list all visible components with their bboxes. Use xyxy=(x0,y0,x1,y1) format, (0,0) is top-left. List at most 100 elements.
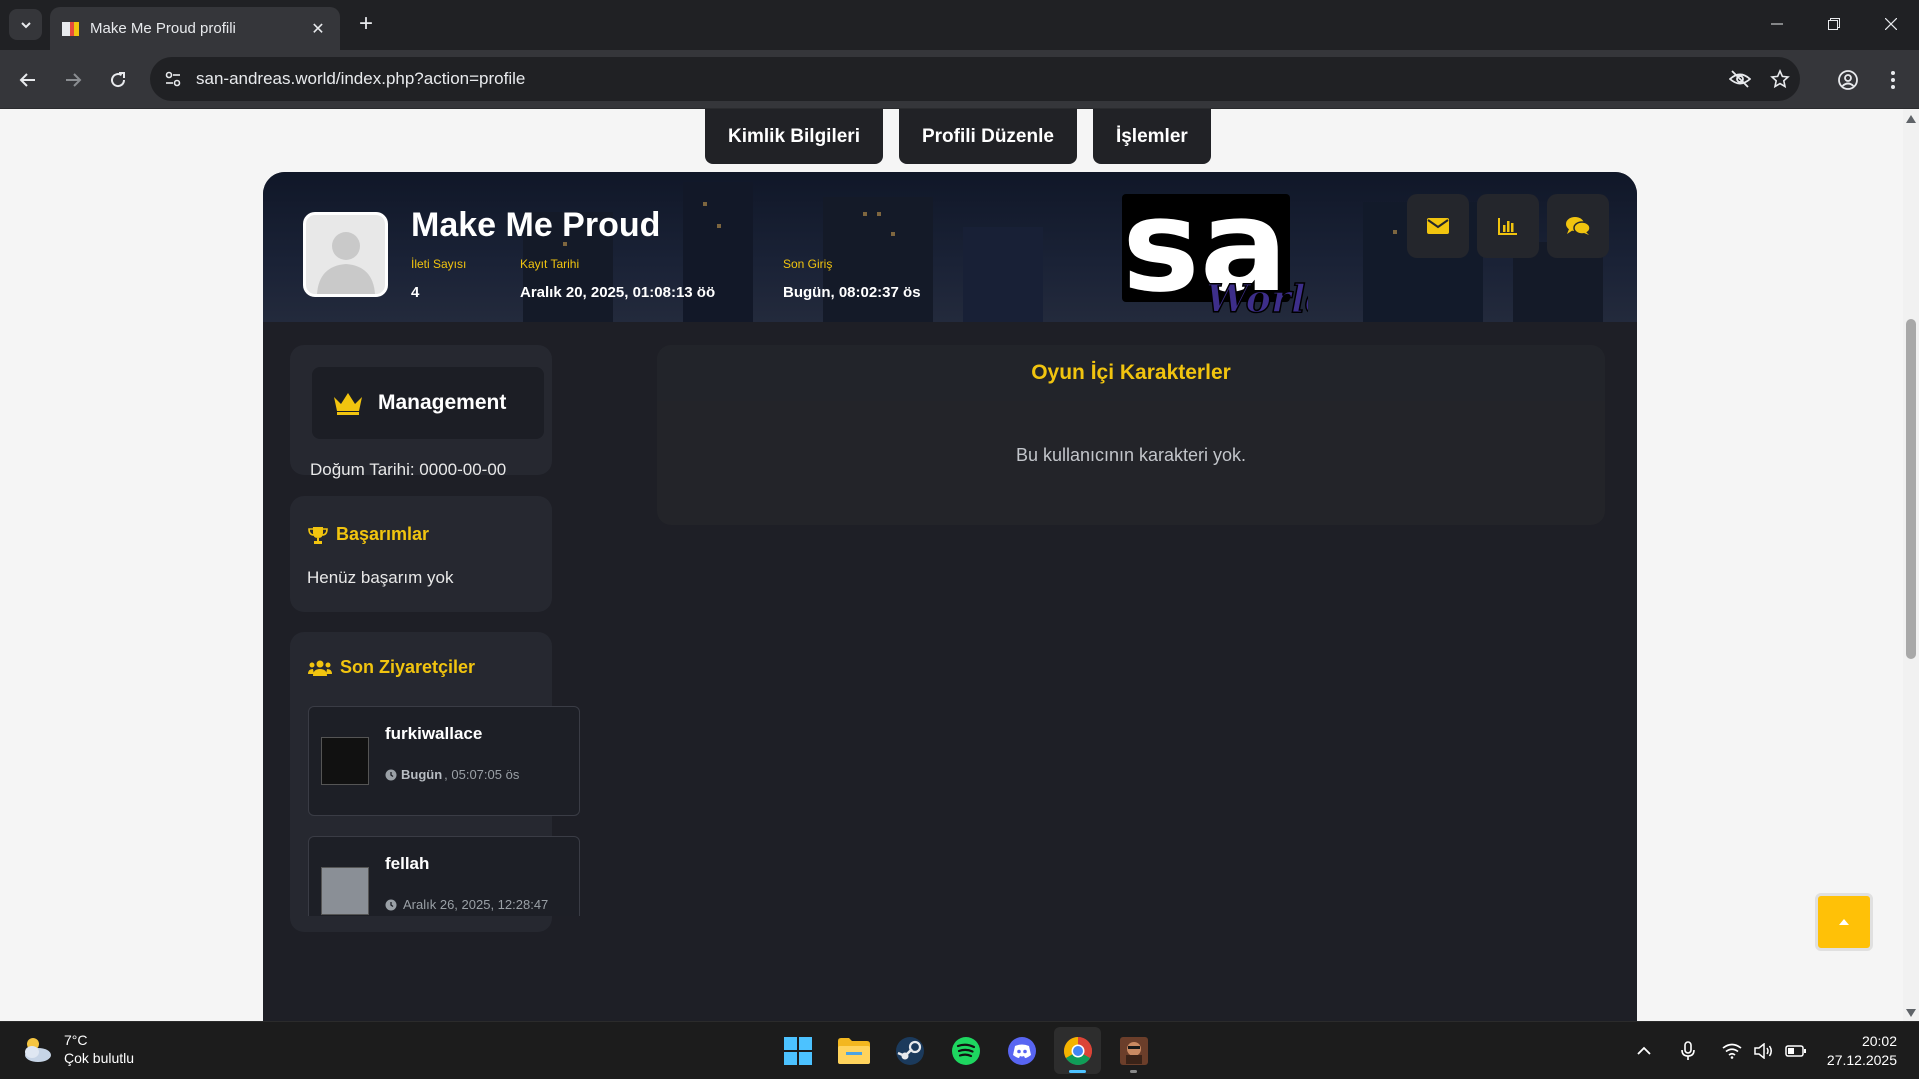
bookmark-button[interactable] xyxy=(1760,59,1800,99)
identity-info-button[interactable]: Kimlik Bilgileri xyxy=(705,109,883,164)
tab-close-icon[interactable]: ✕ xyxy=(308,19,328,39)
characters-panel: Oyun İçi Karakterler Bu kullanıcının kar… xyxy=(657,345,1605,525)
stat-last-login: Son Giriş Bugün, 08:02:37 ös xyxy=(783,257,921,301)
user-silhouette-icon xyxy=(316,232,375,294)
volume-button[interactable] xyxy=(1749,1036,1779,1066)
system-tray: 20:02 27.12.2025 xyxy=(1627,1022,1919,1079)
browser-toolbar: san-andreas.world/index.php?action=profi… xyxy=(0,50,1919,109)
achievements-panel: Başarımlar Henüz başarım yok xyxy=(290,496,552,612)
visitor-time-bold: Bugün xyxy=(401,767,443,782)
chrome-icon xyxy=(1063,1036,1092,1065)
taskbar-clock[interactable]: 20:02 27.12.2025 xyxy=(1827,1032,1897,1070)
envelope-icon xyxy=(1427,218,1449,234)
minimize-button[interactable] xyxy=(1748,0,1805,48)
url-text: san-andreas.world/index.php?action=profi… xyxy=(196,69,526,88)
tracking-protection-button[interactable] xyxy=(1720,59,1760,99)
banner-window-light xyxy=(863,212,867,216)
chevron-down-icon xyxy=(20,21,31,28)
visitor-time: Aralık 26, 2025, 12:28:47 xyxy=(385,897,548,912)
back-button[interactable] xyxy=(12,64,44,96)
comments-icon xyxy=(1566,217,1590,235)
visitor-name[interactable]: fellah xyxy=(385,854,429,874)
star-icon xyxy=(1770,69,1790,89)
forward-button[interactable] xyxy=(57,64,89,96)
more-vertical-icon xyxy=(1891,71,1895,89)
weather-widget[interactable]: 7°C Çok bulutlu xyxy=(20,1032,134,1066)
page-viewport: Kimlik Bilgileri Profili Düzenle İşlemle… xyxy=(0,109,1903,1021)
battery-button[interactable] xyxy=(1781,1036,1811,1066)
achievements-empty-text: Henüz başarım yok xyxy=(307,568,454,587)
clock-icon xyxy=(385,769,397,780)
caret-up-icon xyxy=(1839,919,1849,925)
users-icon xyxy=(308,660,332,676)
reload-button[interactable] xyxy=(102,64,134,96)
discord-icon xyxy=(1007,1036,1036,1065)
profile-avatar[interactable] xyxy=(303,212,388,297)
page-scrollbar[interactable] xyxy=(1903,109,1919,1021)
banner-window-light xyxy=(717,224,721,228)
chrome-button[interactable] xyxy=(1054,1027,1101,1074)
folder-icon xyxy=(837,1037,870,1064)
site-info-button[interactable] xyxy=(156,62,190,96)
restore-button[interactable] xyxy=(1805,0,1862,48)
eye-off-icon xyxy=(1729,70,1751,88)
send-message-button[interactable] xyxy=(1407,194,1469,258)
scroll-down-arrow-icon[interactable] xyxy=(1906,1009,1916,1017)
visitor-item[interactable]: fellah Aralık 26, 2025, 12:28:47 xyxy=(308,836,580,916)
browser-tab-active[interactable]: Make Me Proud profili ✕ xyxy=(50,7,340,50)
scroll-up-arrow-icon[interactable] xyxy=(1906,115,1916,123)
close-window-button[interactable] xyxy=(1862,0,1919,48)
visitor-item[interactable]: furkiwallace Bugün, 05:07:05 ös xyxy=(308,706,580,816)
visitors-title: Son Ziyaretçiler xyxy=(308,657,475,678)
address-bar[interactable]: san-andreas.world/index.php?action=profi… xyxy=(150,57,1800,101)
visitor-avatar xyxy=(321,867,369,915)
taskbar-apps xyxy=(774,1027,1157,1074)
weather-description: Çok bulutlu xyxy=(64,1050,135,1066)
actions-button[interactable]: İşlemler xyxy=(1092,109,1211,164)
logo-subtext: World xyxy=(1206,276,1308,318)
file-explorer-button[interactable] xyxy=(830,1027,877,1074)
visitor-name[interactable]: furkiwallace xyxy=(385,724,482,744)
show-hidden-icons-button[interactable] xyxy=(1629,1036,1659,1066)
steam-button[interactable] xyxy=(886,1027,933,1074)
tab-search-button[interactable] xyxy=(9,9,42,40)
spotify-button[interactable] xyxy=(942,1027,989,1074)
page-scroll-thumb[interactable] xyxy=(1906,319,1916,659)
stat-post-count: İleti Sayısı 4 xyxy=(411,257,466,301)
game-app-button[interactable] xyxy=(1110,1027,1157,1074)
stat-value: Bugün, 08:02:37 ös xyxy=(783,284,921,301)
statistics-button[interactable] xyxy=(1477,194,1539,258)
clock-time: 20:02 xyxy=(1861,1033,1897,1049)
new-tab-button[interactable]: + xyxy=(352,10,380,38)
achievements-title-text: Başarımlar xyxy=(336,524,430,544)
discord-button[interactable] xyxy=(998,1027,1045,1074)
speaker-icon xyxy=(1754,1043,1772,1059)
chevron-up-icon xyxy=(1637,1046,1651,1055)
edit-profile-button[interactable]: Profili Düzenle xyxy=(898,109,1077,164)
steam-icon xyxy=(895,1036,924,1065)
visitor-avatar-broken xyxy=(321,737,369,785)
back-to-top-button[interactable] xyxy=(1815,893,1873,951)
game-app-icon xyxy=(1119,1036,1148,1065)
windows-logo-icon xyxy=(783,1036,812,1065)
banner-window-light xyxy=(891,232,895,236)
banner-window-light xyxy=(703,202,707,206)
cloudy-weather-icon xyxy=(25,1038,51,1062)
wifi-button[interactable] xyxy=(1717,1036,1747,1066)
comments-button[interactable] xyxy=(1547,194,1609,258)
microphone-icon xyxy=(1681,1041,1695,1060)
microphone-button[interactable] xyxy=(1673,1036,1703,1066)
achievements-title: Başarımlar xyxy=(308,524,429,545)
arrow-left-icon xyxy=(19,73,35,87)
clock-icon xyxy=(385,899,397,910)
start-button[interactable] xyxy=(774,1027,821,1074)
browser-menu-button[interactable] xyxy=(1877,64,1909,96)
birthdate-text: Doğum Tarihi: 0000-00-00 xyxy=(310,460,507,479)
visitor-time-rest: Aralık 26, 2025, 12:28:47 xyxy=(403,897,549,912)
role-panel: Management Doğum Tarihi: 0000-00-00 xyxy=(290,345,552,479)
profile-button[interactable] xyxy=(1832,64,1864,96)
tab-title: Make Me Proud profili xyxy=(90,20,236,37)
banner-window-light xyxy=(1393,230,1397,234)
close-icon xyxy=(1884,18,1897,30)
visitors-list[interactable]: furkiwallace Bugün, 05:07:05 ös fellah A… xyxy=(308,706,590,916)
